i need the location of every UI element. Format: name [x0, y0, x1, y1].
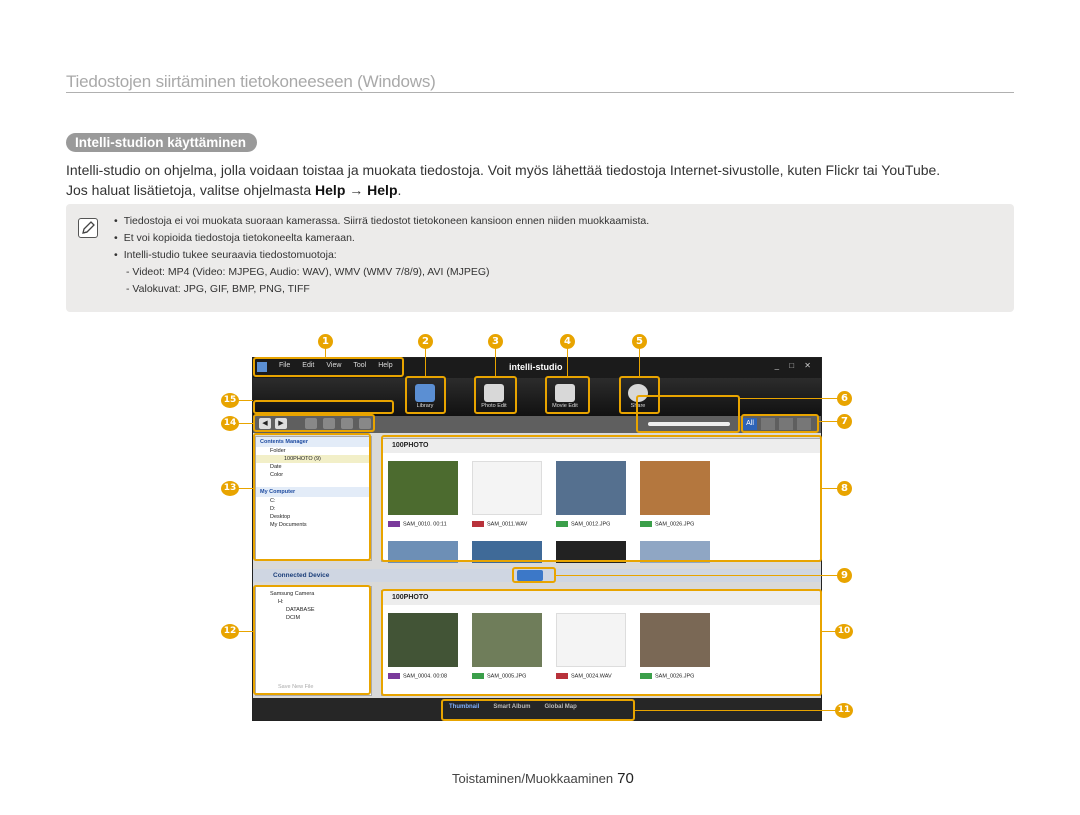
page-header-title: Tiedostojen siirtäminen tietokoneeseen (…	[66, 72, 436, 91]
callout-2: 2	[418, 334, 433, 349]
note-bullet: Et voi kopioida tiedostoja tietokoneelta…	[114, 230, 649, 247]
callout-line	[238, 400, 253, 401]
callout-line	[325, 348, 326, 358]
callout-15: 15	[221, 393, 239, 408]
callout-line	[556, 575, 838, 576]
highlight-box	[474, 376, 517, 414]
callout-10: 10	[835, 624, 853, 639]
callout-line	[822, 488, 838, 489]
help-menu-label: Help	[315, 182, 346, 198]
highlight-box	[636, 395, 740, 433]
highlight-box	[253, 585, 371, 695]
highlight-box	[545, 376, 590, 414]
callout-13: 13	[221, 481, 239, 496]
section-title: Intelli-studion käyttäminen	[66, 133, 258, 152]
highlight-box	[253, 433, 371, 561]
callout-3: 3	[488, 334, 503, 349]
note-sub-item: Valokuvat: JPG, GIF, BMP, PNG, TIFF	[114, 281, 649, 298]
highlight-box	[381, 589, 822, 696]
highlight-box	[253, 414, 375, 432]
note-sub-item: Videot: MP4 (Video: MJPEG, Audio: WAV), …	[114, 264, 649, 281]
callout-4: 4	[560, 334, 575, 349]
note-box: Tiedostoja ei voi muokata suoraan kamera…	[66, 204, 1014, 312]
highlight-box	[441, 699, 635, 721]
window-controls[interactable]: _ □ ✕	[775, 361, 815, 370]
highlight-box	[405, 376, 446, 414]
note-bullet: Tiedostoja ei voi muokata suoraan kamera…	[114, 213, 650, 230]
callout-line	[495, 348, 496, 376]
callout-6: 6	[837, 391, 852, 406]
note-pencil-icon	[78, 218, 98, 238]
callout-12: 12	[221, 624, 239, 639]
callout-line	[238, 631, 253, 632]
callout-11: 11	[835, 703, 853, 718]
callout-line	[635, 710, 838, 711]
intro-line-2-end: .	[397, 182, 402, 198]
intro-text: Intelli-studio on ohjelma, jolla voidaan…	[66, 160, 1016, 200]
brand-logo: intelli-studio	[509, 362, 563, 372]
highlight-box	[381, 435, 822, 562]
highlight-box	[253, 400, 394, 414]
page-footer: Toistaminen/Muokkaaminen 70	[452, 770, 634, 787]
callout-line	[567, 348, 568, 376]
callout-line	[238, 488, 253, 489]
callout-8: 8	[837, 481, 852, 496]
callout-5: 5	[632, 334, 647, 349]
callout-line	[639, 348, 640, 376]
note-list: Tiedostoja ei voi muokata suoraan kamera…	[114, 213, 650, 298]
help-item-label: Help	[367, 182, 398, 198]
footer-section: Toistaminen/Muokkaaminen	[452, 771, 614, 786]
note-bullet: Intelli-studio tukee seuraavia tiedostom…	[114, 247, 649, 264]
callout-line	[425, 348, 426, 376]
highlight-box	[253, 357, 404, 377]
highlight-box	[512, 567, 556, 583]
intro-line-2-text: Jos haluat lisätietoja, valitse ohjelmas…	[66, 182, 316, 198]
intro-line-1: Intelli-studio on ohjelma, jolla voidaan…	[66, 162, 941, 178]
page-number: 70	[617, 770, 634, 787]
callout-1: 1	[318, 334, 333, 349]
callout-14: 14	[221, 416, 239, 431]
callout-line	[740, 398, 838, 399]
header-rule	[66, 92, 1014, 93]
callout-9: 9	[837, 568, 852, 583]
callout-line	[819, 421, 838, 422]
intro-line-2: Jos haluat lisätietoja, valitse ohjelmas…	[66, 180, 1016, 200]
arrow: →	[345, 182, 368, 198]
callout-line	[238, 423, 253, 424]
callout-7: 7	[837, 414, 852, 429]
highlight-box	[741, 414, 819, 433]
